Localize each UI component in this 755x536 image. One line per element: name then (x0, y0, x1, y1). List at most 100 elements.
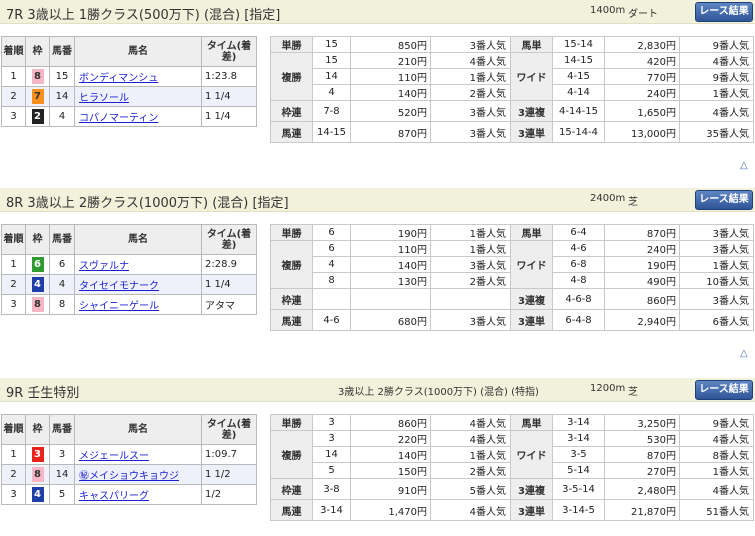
payout-amount: 680円 (350, 309, 431, 331)
bet-type-umaren: 馬連 (270, 121, 313, 143)
bet-type-sanrenpuku: 3連複 (510, 288, 553, 310)
payout-popularity: 2番人気 (430, 462, 511, 479)
payout-amount: 2,830円 (604, 36, 680, 53)
finish-rank: 1 (1, 254, 26, 275)
payout-combination: 3-14 (312, 499, 351, 521)
back-to-top-icon[interactable]: △ (740, 160, 748, 171)
payout-amount: 530円 (604, 430, 680, 447)
race-result-button[interactable]: レース結果 (695, 2, 753, 22)
col-header-horse: 馬名 (74, 36, 202, 67)
payout-popularity: 2番人気 (430, 272, 511, 289)
payout-popularity: 4番人気 (679, 52, 754, 69)
payout-popularity: 1番人気 (430, 224, 511, 241)
bet-type-tansho: 単勝 (270, 36, 313, 53)
back-to-top-icon[interactable]: △ (740, 348, 748, 359)
horse-name-link[interactable]: タイセイモナーク (74, 274, 202, 295)
race-result-button[interactable]: レース結果 (695, 380, 753, 400)
payout-combination: 7-8 (312, 100, 351, 122)
finish-time: 1/2 (201, 484, 257, 505)
finish-time: 1 1/4 (201, 106, 257, 127)
payout-combination: 4-6 (312, 309, 351, 331)
waku-cell: 8 (25, 66, 50, 87)
payout-popularity: 35番人気 (679, 121, 754, 143)
horse-name-link[interactable]: コパノマーティン (74, 106, 202, 127)
payout-popularity: 3番人気 (679, 240, 754, 257)
table-row: 2 4 4 タイセイモナーク 1 1/4 (1, 274, 257, 295)
table-row: 1 3 3 メジェールスー 1:09.7 (1, 444, 257, 465)
payout-row: 馬連 4-6 680円 3番人気 3連単 6-4-8 2,940円 6番人気 (270, 309, 754, 331)
bet-type-fukusho: 複勝 (270, 240, 313, 289)
horse-name-link[interactable]: ヒラソール (74, 86, 202, 107)
horse-number: 14 (49, 464, 75, 485)
payout-popularity: 3番人気 (679, 288, 754, 310)
payout-popularity: 1番人気 (430, 68, 511, 85)
result-header-row: 着順枠馬番 馬名 タイム(着差) (1, 36, 257, 67)
waku-cell: 6 (25, 254, 50, 275)
race-section: 7R 3歳以上 1勝クラス(500万下) (混合) [指定] 1400m ダート レー… (0, 0, 755, 172)
payout-popularity: 1番人気 (679, 256, 754, 273)
horse-name-link[interactable]: ボンディマンシュ (74, 66, 202, 87)
table-row: 1 6 6 スヴァルナ 2:28.9 (1, 254, 257, 275)
horse-name-link[interactable]: ㊙メイショウキョウジ (74, 464, 202, 485)
race-distance: 2400m (590, 193, 626, 204)
payout-popularity: 3番人気 (679, 224, 754, 241)
col-header-waku: 枠 (25, 224, 50, 255)
finish-rank: 1 (1, 444, 26, 465)
horse-name-link[interactable]: スヴァルナ (74, 254, 202, 275)
payout-combination: 4 (312, 256, 351, 273)
bet-type-wakuren: 枠連 (270, 100, 313, 122)
payout-popularity: 10番人気 (679, 272, 754, 289)
payout-combination: 4 (312, 84, 351, 101)
table-row: 3 8 8 シャイニーゲール アタマ (1, 294, 257, 315)
waku-cell: 2 (25, 106, 50, 127)
horse-name-link[interactable]: メジェールスー (74, 444, 202, 465)
payout-combination: 6-4-8 (552, 309, 605, 331)
payout-amount: 220円 (350, 430, 431, 447)
finish-rank: 2 (1, 274, 26, 295)
payout-combination: 3-5-14 (552, 478, 605, 500)
payout-popularity: 9番人気 (679, 414, 754, 431)
finish-time: 1 1/4 (201, 274, 257, 295)
payout-amount: 140円 (350, 446, 431, 463)
finish-time: アタマ (201, 294, 257, 315)
result-header-row: 着順枠馬番 馬名 タイム(着差) (1, 414, 257, 445)
col-header-waku: 枠 (25, 36, 50, 67)
payout-combination: 14 (312, 446, 351, 463)
payout-row: 枠連 7-8 520円 3番人気 3連複 4-14-15 1,650円 4番人気 (270, 100, 754, 122)
payout-amount: 110円 (350, 68, 431, 85)
col-header-waku: 枠 (25, 414, 50, 445)
payout-combination: 6 (312, 240, 351, 257)
payout-amount: 240円 (604, 84, 680, 101)
table-row: 1 8 15 ボンディマンシュ 1:23.8 (1, 66, 257, 87)
payout-amount: 21,870円 (604, 499, 680, 521)
race-header: 9R 壬生特別 3歳以上 2勝クラス(1000万下) (混合) (特指) 1200m… (0, 378, 755, 402)
table-row: 2 8 14 ㊙メイショウキョウジ 1 1/2 (1, 464, 257, 485)
race-distance: 1200m (590, 383, 626, 394)
race-result-button[interactable]: レース結果 (695, 190, 753, 210)
bet-type-sanrenpuku: 3連複 (510, 478, 553, 500)
col-header-rank: 着順 (1, 36, 26, 67)
horse-number: 8 (49, 294, 75, 315)
payout-row: 単勝 6 190円 1番人気 馬単 6-4 870円 3番人気 (270, 224, 754, 241)
bet-type-umatan: 馬単 (510, 414, 553, 431)
payout-combination: 4-14-15 (552, 100, 605, 122)
payout-popularity: 9番人気 (679, 68, 754, 85)
horse-name-link[interactable]: キャスパリーグ (74, 484, 202, 505)
col-header-rank: 着順 (1, 414, 26, 445)
table-row: 2 7 14 ヒラソール 1 1/4 (1, 86, 257, 107)
waku-badge: 6 (31, 257, 44, 272)
payout-popularity (430, 288, 511, 310)
col-header-number: 馬番 (49, 414, 75, 445)
bet-type-fukusho: 複勝 (270, 52, 313, 101)
col-header-horse: 馬名 (74, 414, 202, 445)
payout-popularity: 3番人気 (430, 36, 511, 53)
waku-badge: 8 (31, 297, 44, 312)
payout-popularity: 4番人気 (430, 499, 511, 521)
finish-time: 1 1/2 (201, 464, 257, 485)
bet-type-umatan: 馬単 (510, 224, 553, 241)
payout-combination: 14 (312, 68, 351, 85)
payout-combination: 14-15 (312, 121, 351, 143)
bet-type-sanrentan: 3連単 (510, 499, 553, 521)
horse-name-link[interactable]: シャイニーゲール (74, 294, 202, 315)
result-table: 着順枠馬番 馬名 タイム(着差) 1 8 15 ボンディマンシュ 1:23.8 2 7 14 ヒラソー… (1, 36, 257, 127)
